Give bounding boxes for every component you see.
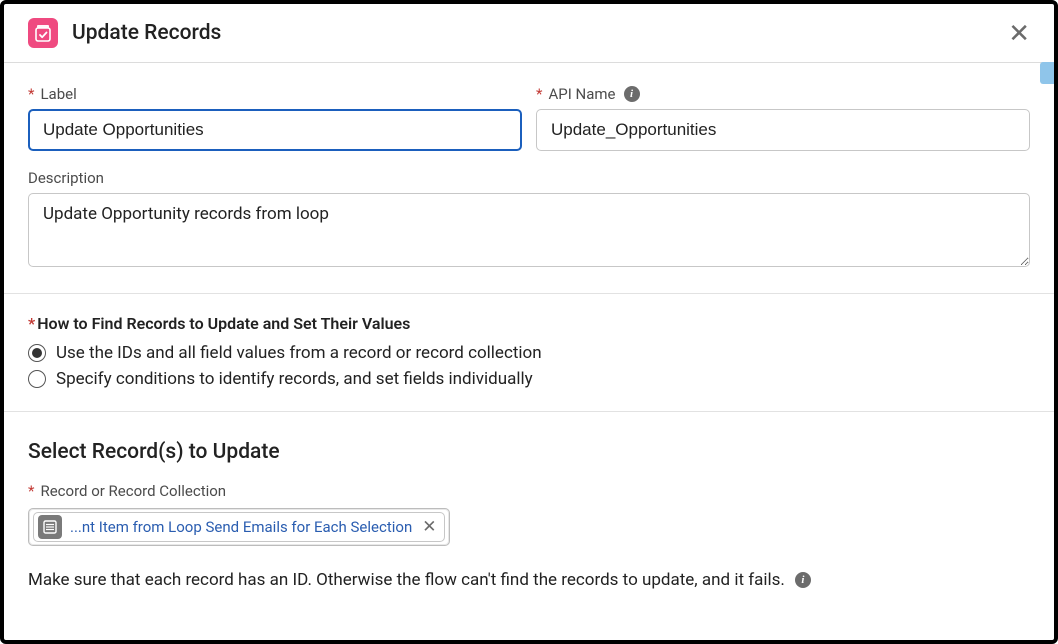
pill-label: ...nt Item from Loop Send Emails for Eac… <box>70 518 412 536</box>
radio-option-specify-conditions[interactable]: Specify conditions to identify records, … <box>28 369 1030 389</box>
dialog-body: *Label *API Name i Description *How to F… <box>4 63 1054 590</box>
description-field-label: Description <box>28 169 1030 187</box>
label-field-label: *Label <box>28 85 522 103</box>
radio-option-use-ids[interactable]: Use the IDs and all field values from a … <box>28 343 1030 363</box>
dialog-title: Update Records <box>72 21 221 45</box>
dialog-header: Update Records ✕ <box>4 4 1054 63</box>
info-icon[interactable]: i <box>795 572 811 588</box>
record-collection-label: *Record or Record Collection <box>28 482 1030 500</box>
helper-text-row: Make sure that each record has an ID. Ot… <box>28 570 1030 590</box>
select-records-heading: Select Record(s) to Update <box>28 440 1030 464</box>
update-records-icon <box>28 18 58 48</box>
close-button[interactable]: ✕ <box>1004 20 1034 46</box>
info-icon[interactable]: i <box>624 86 640 102</box>
record-collection-pill[interactable]: ...nt Item from Loop Send Emails for Eac… <box>33 512 445 542</box>
radio-icon-checked <box>28 344 46 362</box>
api-name-field-label: *API Name i <box>536 85 1030 103</box>
section-divider <box>4 411 1054 412</box>
helper-text: Make sure that each record has an ID. Ot… <box>28 570 785 590</box>
pill-remove-button[interactable]: ✕ <box>420 517 438 537</box>
record-collection-field[interactable]: ...nt Item from Loop Send Emails for Eac… <box>28 508 450 546</box>
label-input[interactable] <box>28 109 522 151</box>
record-icon <box>38 515 62 539</box>
description-textarea[interactable] <box>28 193 1030 267</box>
find-records-label: *How to Find Records to Update and Set T… <box>28 314 1030 333</box>
scroll-thumb[interactable] <box>1040 62 1054 84</box>
api-name-input[interactable] <box>536 109 1030 151</box>
radio-icon-unchecked <box>28 370 46 388</box>
dialog-frame: Update Records ✕ *Label *API Name i Desc… <box>0 0 1058 644</box>
